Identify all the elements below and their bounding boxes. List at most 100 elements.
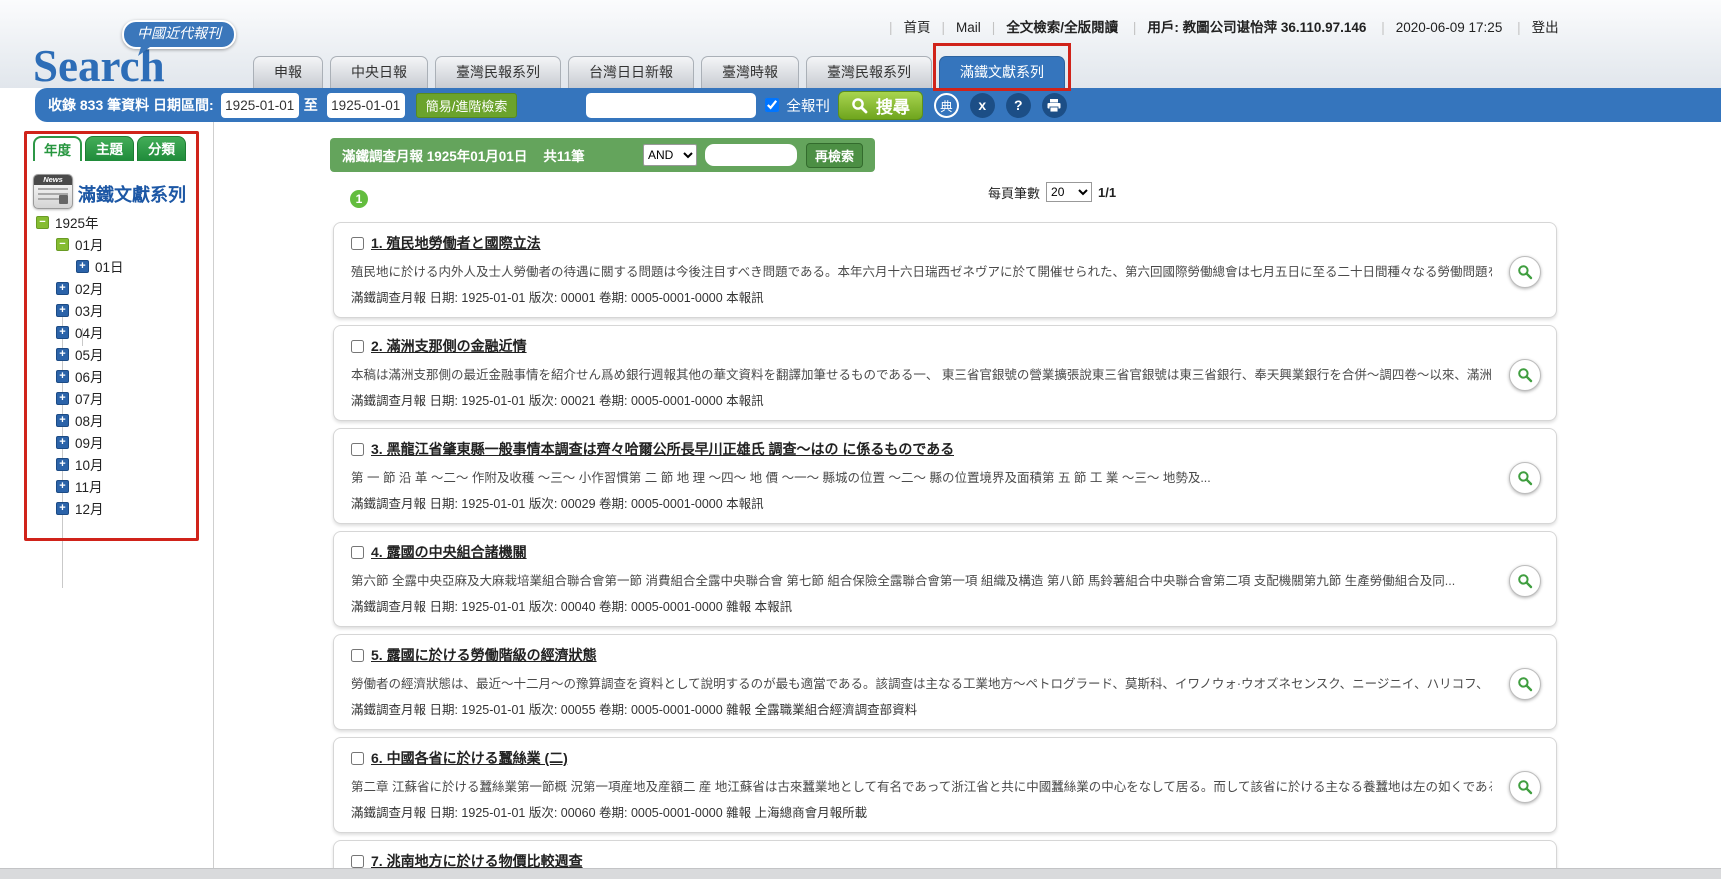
expand-icon[interactable]: +: [56, 392, 69, 405]
expand-icon[interactable]: +: [56, 436, 69, 449]
per-page-label: 每頁筆數: [988, 183, 1040, 202]
print-icon[interactable]: [1042, 93, 1067, 118]
newspaper-tab[interactable]: 臺灣民報系列: [806, 56, 932, 88]
result-card: 2. 滿洲支那側の金融近情 本稿は滿洲支那側の最近金融事情を紹介せん爲め銀行週報…: [333, 325, 1557, 421]
result-card: 4. 露國の中央組合諸機關 第六節 全露中央亞麻及大麻栽培業組合聯合會第一節 消…: [333, 531, 1557, 627]
view-detail-button[interactable]: [1509, 462, 1541, 494]
newspaper-tab[interactable]: 臺灣時報: [701, 56, 799, 88]
search-button[interactable]: 搜尋: [838, 91, 923, 120]
tree-month-label[interactable]: 08月: [75, 410, 104, 430]
magnifier-icon: [1517, 264, 1533, 280]
result-summary-bar: 滿鐵調查月報 1925年01月01日 共11筆 AND 再檢索: [330, 138, 875, 172]
simple-advanced-search-button[interactable]: 簡易/進階檢索: [416, 93, 518, 118]
expand-icon[interactable]: +: [56, 282, 69, 295]
keyword-search-input[interactable]: [586, 93, 756, 118]
tree-day-label[interactable]: 01日: [95, 256, 124, 276]
expand-icon[interactable]: +: [56, 370, 69, 383]
all-papers-checkbox[interactable]: [765, 98, 779, 112]
collapse-icon[interactable]: −: [36, 216, 49, 229]
view-detail-button[interactable]: [1509, 359, 1541, 391]
newspaper-tab[interactable]: 滿鐵文獻系列: [939, 56, 1065, 88]
tree-node-month: + 07月: [24, 387, 199, 409]
view-detail-button[interactable]: [1509, 771, 1541, 803]
expand-icon[interactable]: +: [56, 414, 69, 427]
tree-month-label[interactable]: 01月: [75, 234, 104, 254]
sidebar-tabs: 年度 主題 分類: [33, 136, 186, 161]
newspaper-tab[interactable]: 臺灣民報系列: [435, 56, 561, 88]
tree-month-label[interactable]: 11月: [75, 476, 103, 496]
result-snippet: 殖民地に於ける内外人及士人勞働者の待遇に關する問題は今後注目すべき問題である。本…: [351, 261, 1492, 280]
result-checkbox[interactable]: [351, 546, 364, 559]
expand-icon[interactable]: +: [56, 480, 69, 493]
result-metadata: 滿鐵調查月報 日期: 1925-01-01 版次: 00001 卷期: 0005…: [351, 287, 1492, 306]
expand-icon[interactable]: +: [56, 502, 69, 515]
tree-month-label[interactable]: 03月: [75, 300, 104, 320]
tree-node-month: + 09月: [24, 431, 199, 453]
newspaper-tab[interactable]: 台灣日日新報: [568, 56, 694, 88]
view-detail-button[interactable]: [1509, 565, 1541, 597]
result-title-link[interactable]: 5. 露國に於ける勞働階級の經濟狀態: [371, 645, 597, 665]
tree-month-label[interactable]: 12月: [75, 498, 104, 518]
sidebar-tab[interactable]: 主題: [85, 136, 134, 161]
magnifier-icon: [1517, 779, 1533, 795]
tree-month-label[interactable]: 09月: [75, 432, 104, 452]
sidebar-tab[interactable]: 年度: [33, 136, 82, 161]
result-title-link[interactable]: 2. 滿洲支那側の金融近情: [371, 336, 527, 356]
tree-node-month-expanded: − 01月: [24, 233, 199, 255]
date-to-input[interactable]: [327, 93, 405, 118]
newspaper-tabs: 申報 中央日報 臺灣民報系列 台灣日日新報: [253, 56, 1065, 88]
newspaper-tab[interactable]: 中央日報: [330, 56, 428, 88]
result-checkbox[interactable]: [351, 237, 364, 250]
view-detail-button[interactable]: [1509, 668, 1541, 700]
date-from-input[interactable]: [221, 93, 299, 118]
tree-month-label[interactable]: 02月: [75, 278, 104, 298]
tree-month-label[interactable]: 06月: [75, 366, 104, 386]
expand-icon[interactable]: +: [56, 458, 69, 471]
per-page-select[interactable]: 20: [1046, 182, 1092, 202]
expand-icon[interactable]: +: [56, 326, 69, 339]
result-checkbox[interactable]: [351, 443, 364, 456]
refine-keyword-input[interactable]: [705, 144, 797, 166]
result-title-link[interactable]: 1. 殖民地勞働者と國際立法: [371, 233, 541, 253]
top-utility-bar: 首頁Mail全文檢索/全版閱讀 用戶: 教圖公司谌怡萍 36.110.97.14…: [878, 16, 1559, 36]
top-link[interactable]: Mail: [931, 20, 981, 35]
result-checkbox[interactable]: [351, 340, 364, 353]
result-checkbox[interactable]: [351, 855, 364, 868]
dictionary-icon[interactable]: 典: [934, 93, 959, 118]
sidebar-tab[interactable]: 分類: [137, 136, 186, 161]
tree-month-label[interactable]: 04月: [75, 322, 104, 342]
expand-icon[interactable]: +: [56, 348, 69, 361]
view-detail-button[interactable]: [1509, 256, 1541, 288]
tree-year-label[interactable]: 1925年: [55, 212, 99, 232]
result-checkbox[interactable]: [351, 649, 364, 662]
sidebar: 年度 主題 分類 News 滿鐵文獻系列 − 1925年 − 01月: [24, 131, 199, 541]
tree-month-label[interactable]: 07月: [75, 388, 104, 408]
research-button[interactable]: 再檢索: [806, 143, 863, 168]
operator-select[interactable]: AND: [643, 144, 697, 166]
top-link[interactable]: 首頁: [878, 16, 931, 36]
magnifier-icon: [1517, 676, 1533, 692]
page-number-badge[interactable]: 1: [350, 190, 368, 208]
date-tree: − 1925年 − 01月 + 01日 + 02月 +: [24, 211, 199, 519]
expand-icon[interactable]: +: [56, 304, 69, 317]
logout-link[interactable]: 登出: [1506, 16, 1559, 36]
result-snippet: 第六節 全露中央亞麻及大麻栽培業組合聯合會第一節 消費組合全露中央聯合會 第七節…: [351, 570, 1492, 589]
result-card: 5. 露國に於ける勞働階級の經濟狀態 勞働者の經濟狀態は、最近〜十二月〜の豫算調…: [333, 634, 1557, 730]
tree-month-label[interactable]: 10月: [75, 454, 104, 474]
help-icon[interactable]: ?: [1006, 93, 1031, 118]
result-title-link[interactable]: 3. 黑龍江省肇東縣一般事情本調查は齊々哈爾公所長早川正雄氏 調查〜はの に係る…: [371, 439, 954, 459]
newspaper-tab-label: 中央日報: [351, 64, 407, 80]
tree-month-label[interactable]: 05月: [75, 344, 104, 364]
result-title-link[interactable]: 6. 中國各省に於ける蠶絲業 (二): [371, 748, 568, 768]
result-title-link[interactable]: 4. 露國の中央組合諸機關: [371, 542, 527, 562]
collapse-icon[interactable]: −: [56, 238, 69, 251]
result-checkbox[interactable]: [351, 752, 364, 765]
tree-node-year: − 1925年: [24, 211, 199, 233]
bottom-scrollbar-strip[interactable]: [0, 868, 1721, 879]
newspaper-tab[interactable]: 申報: [253, 56, 323, 88]
collection-title: 滿鐵文獻系列: [78, 181, 186, 207]
close-icon[interactable]: x: [970, 93, 995, 118]
expand-icon[interactable]: +: [76, 260, 89, 273]
top-link[interactable]: 全文檢索/全版閱讀: [981, 16, 1118, 36]
tree-connector-line: [82, 328, 83, 346]
